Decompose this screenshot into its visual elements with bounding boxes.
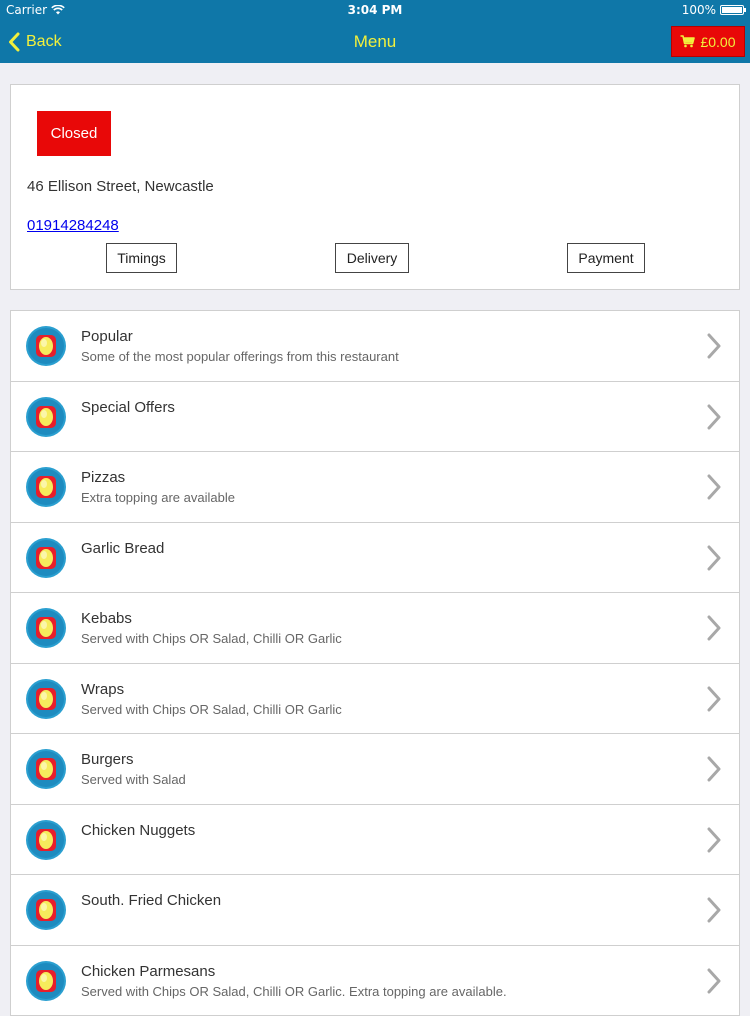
category-icon (26, 326, 66, 366)
category-title: Burgers (81, 751, 134, 768)
chevron-right-icon (707, 545, 721, 571)
category-icon (26, 608, 66, 648)
chevron-right-icon (707, 615, 721, 641)
category-title: Wraps (81, 681, 124, 698)
cart-total: £0.00 (700, 34, 735, 50)
category-title: Chicken Parmesans (81, 963, 215, 980)
menu-category-row[interactable]: Wraps Served with Chips OR Salad, Chilli … (11, 664, 739, 735)
category-title: Kebabs (81, 610, 132, 627)
category-subtitle: Served with Chips OR Salad, Chilli OR Ga… (81, 631, 342, 646)
category-title: South. Fried Chicken (81, 892, 221, 909)
category-title: Popular (81, 328, 133, 345)
menu-category-row[interactable]: Special Offers (11, 382, 739, 453)
cart-icon (680, 35, 695, 48)
menu-category-row[interactable]: Chicken Parmesans Served with Chips OR Sa… (11, 946, 739, 1016)
category-subtitle: Some of the most popular offerings from … (81, 349, 399, 364)
chevron-right-icon (707, 474, 721, 500)
battery-percent: 100% (682, 3, 716, 17)
restaurant-address: 46 Ellison Street, Newcastle (27, 178, 214, 195)
chevron-right-icon (707, 756, 721, 782)
menu-category-row[interactable]: Chicken Nuggets (11, 805, 739, 876)
menu-category-row[interactable]: Kebabs Served with Chips OR Salad, Chilli… (11, 593, 739, 664)
category-subtitle: Served with Chips OR Salad, Chilli OR Ga… (81, 702, 342, 717)
menu-category-list: Popular Some of the most popular offering… (10, 310, 740, 1016)
category-icon (26, 467, 66, 507)
category-icon (26, 749, 66, 789)
nav-bar: Back Menu £0.00 (0, 20, 750, 63)
status-battery: 100% (682, 3, 744, 17)
chevron-right-icon (707, 686, 721, 712)
category-title: Pizzas (81, 469, 125, 486)
chevron-right-icon (707, 404, 721, 430)
category-icon (26, 820, 66, 860)
menu-category-row[interactable]: Pizzas Extra topping are available (11, 452, 739, 523)
menu-category-row[interactable]: Burgers Served with Salad (11, 734, 739, 805)
category-icon (26, 890, 66, 930)
status-bar: Carrier 3:04 PM 100% (0, 0, 750, 20)
chevron-right-icon (707, 968, 721, 994)
payment-button[interactable]: Payment (567, 243, 645, 273)
category-title: Special Offers (81, 399, 175, 416)
phone-link[interactable]: 01914284248 (27, 217, 119, 234)
page-title: Menu (0, 20, 750, 63)
cart-button[interactable]: £0.00 (671, 26, 745, 57)
category-icon (26, 679, 66, 719)
chevron-right-icon (707, 827, 721, 853)
category-subtitle: Served with Chips OR Salad, Chilli OR Ga… (81, 984, 507, 999)
menu-category-row[interactable]: Garlic Bread (11, 523, 739, 594)
category-subtitle: Extra topping are available (81, 490, 235, 505)
status-badge: Closed (37, 111, 111, 156)
category-title: Chicken Nuggets (81, 822, 195, 839)
category-icon (26, 397, 66, 437)
timings-button[interactable]: Timings (106, 243, 177, 273)
menu-category-row[interactable]: South. Fried Chicken (11, 875, 739, 946)
restaurant-info-card: Closed 46 Ellison Street, Newcastle 0191… (10, 84, 740, 290)
category-subtitle: Served with Salad (81, 772, 186, 787)
category-title: Garlic Bread (81, 540, 164, 557)
battery-icon (720, 5, 744, 15)
delivery-button[interactable]: Delivery (335, 243, 409, 273)
status-time: 3:04 PM (0, 3, 750, 17)
chevron-right-icon (707, 897, 721, 923)
category-icon (26, 538, 66, 578)
menu-category-row[interactable]: Popular Some of the most popular offering… (11, 311, 739, 382)
chevron-right-icon (707, 333, 721, 359)
category-icon (26, 961, 66, 1001)
